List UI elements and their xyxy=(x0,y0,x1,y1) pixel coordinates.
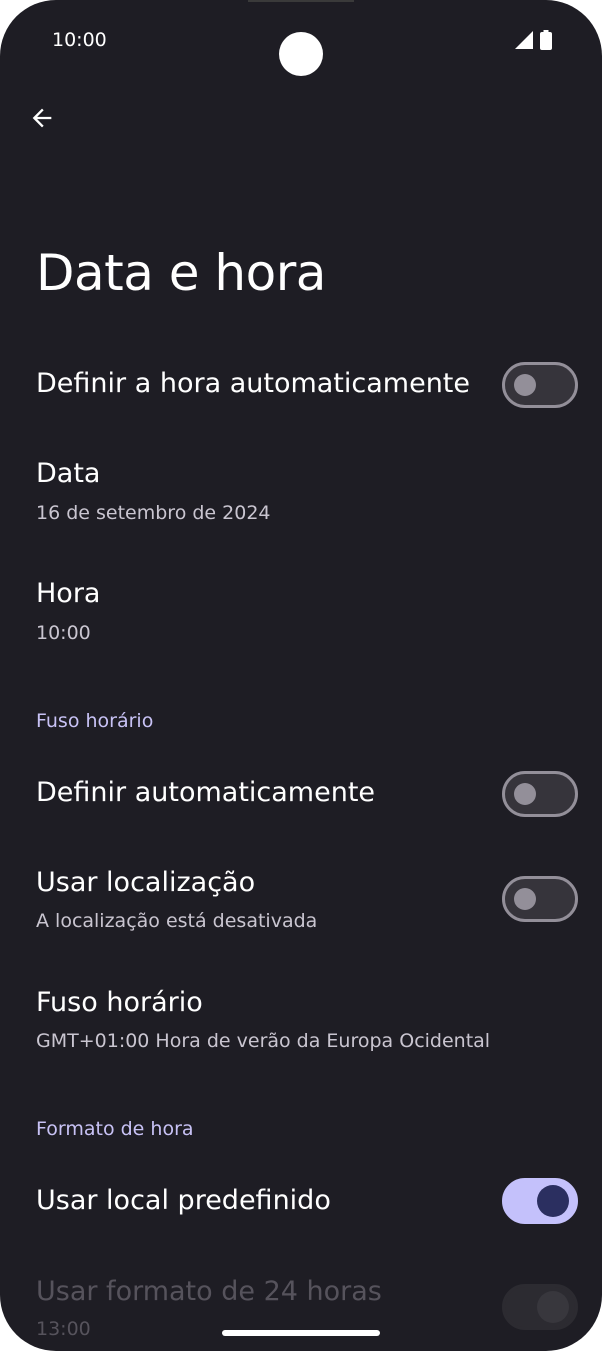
auto-time-switch[interactable] xyxy=(502,362,578,408)
timezone-row[interactable]: Fuso horário GMT+01:00 Hora de verão da … xyxy=(0,970,602,1070)
use-locale-default-switch[interactable] xyxy=(502,1178,578,1224)
time-format-section-header: Formato de hora xyxy=(36,1118,194,1140)
status-time: 10:00 xyxy=(52,29,107,51)
use-location-subtitle: A localização está desativada xyxy=(36,910,318,932)
date-row[interactable]: Data 16 de setembro de 2024 xyxy=(0,440,602,550)
arrow-back-icon xyxy=(32,108,52,128)
status-bar: 10:00 xyxy=(0,0,602,80)
timezone-label: Fuso horário xyxy=(36,987,203,1018)
switch-knob xyxy=(514,783,536,805)
switch-knob xyxy=(537,1185,569,1217)
auto-timezone-label: Definir automaticamente xyxy=(36,777,376,808)
phone-screen: 10:00 Data e hora Definir a hora automat… xyxy=(0,0,602,1351)
use-24h-switch xyxy=(502,1284,578,1330)
auto-time-label: Definir a hora automaticamente xyxy=(36,368,471,399)
timezone-section-header: Fuso horário xyxy=(36,710,154,732)
time-label: Hora xyxy=(36,578,101,609)
use-location-switch[interactable] xyxy=(502,876,578,922)
time-value: 10:00 xyxy=(36,622,91,644)
switch-knob xyxy=(514,888,536,910)
date-label: Data xyxy=(36,458,101,489)
page-title: Data e hora xyxy=(36,244,326,302)
use-locale-default-row[interactable]: Usar local predefinido xyxy=(0,1160,602,1250)
signal-icon xyxy=(515,31,533,49)
date-value: 16 de setembro de 2024 xyxy=(36,502,271,524)
battery-icon xyxy=(540,30,552,50)
use-location-row[interactable]: Usar localização A localização está desa… xyxy=(0,850,602,950)
gesture-nav-handle[interactable] xyxy=(222,1330,380,1336)
time-row[interactable]: Hora 10:00 xyxy=(0,560,602,670)
timezone-value: GMT+01:00 Hora de verão da Europa Ociden… xyxy=(36,1030,491,1052)
back-button[interactable] xyxy=(24,100,60,136)
use-24h-label: Usar formato de 24 horas xyxy=(36,1276,382,1307)
use-locale-default-label: Usar local predefinido xyxy=(36,1185,331,1216)
auto-timezone-switch[interactable] xyxy=(502,771,578,817)
camera-cutout xyxy=(279,32,323,76)
status-icons xyxy=(514,30,552,50)
use-24h-row: Usar formato de 24 horas 13:00 xyxy=(0,1260,602,1351)
switch-knob xyxy=(537,1291,569,1323)
use-location-label: Usar localização xyxy=(36,867,256,898)
auto-time-row[interactable]: Definir a hora automaticamente xyxy=(0,340,602,430)
use-24h-subtitle: 13:00 xyxy=(36,1318,91,1340)
switch-knob xyxy=(514,374,536,396)
auto-timezone-row[interactable]: Definir automaticamente xyxy=(0,750,602,840)
